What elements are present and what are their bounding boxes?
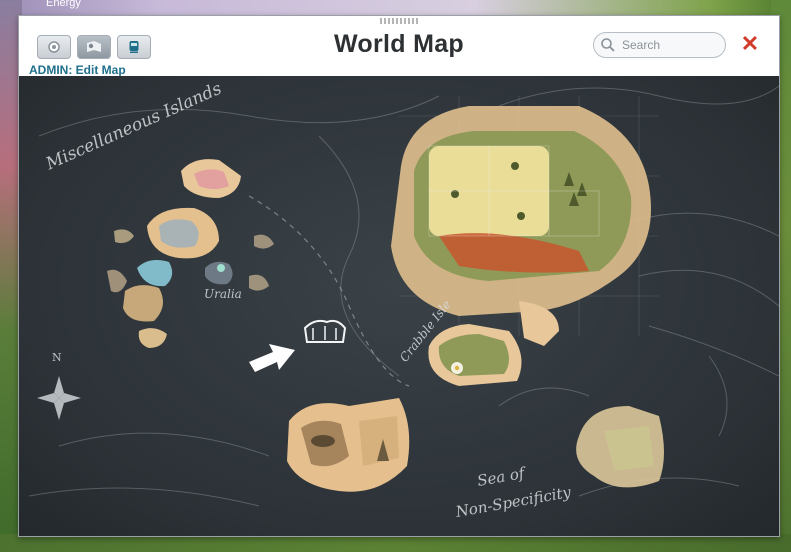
close-button[interactable]: ✕ <box>739 33 761 55</box>
world-map-canvas: Miscellaneous Islands Uralia Crabble Isl… <box>19 76 779 536</box>
energy-label: Energy <box>46 0 81 9</box>
search-box <box>593 32 726 58</box>
location-marker-icon[interactable] <box>303 319 347 343</box>
main-continent[interactable] <box>391 106 651 346</box>
admin-edit-map-link[interactable]: ADMIN: Edit Map <box>29 63 126 77</box>
southern-islands[interactable] <box>287 398 410 492</box>
world-map-window: ADMIN: Edit Map World Map ✕ <box>18 15 780 537</box>
compass-rose <box>37 376 81 420</box>
crabble-isle[interactable] <box>428 324 522 386</box>
search-input[interactable] <box>620 37 720 53</box>
label-uralia: Uralia <box>204 287 242 301</box>
compass-north-label: N <box>52 351 62 364</box>
window-drag-handle[interactable] <box>380 18 418 24</box>
search-icon <box>601 38 615 52</box>
game-background-top: Energy <box>0 0 791 16</box>
miscellaneous-islands[interactable] <box>107 159 274 348</box>
map-chalk-lines <box>28 85 779 507</box>
pointer-arrow-icon <box>249 344 295 372</box>
